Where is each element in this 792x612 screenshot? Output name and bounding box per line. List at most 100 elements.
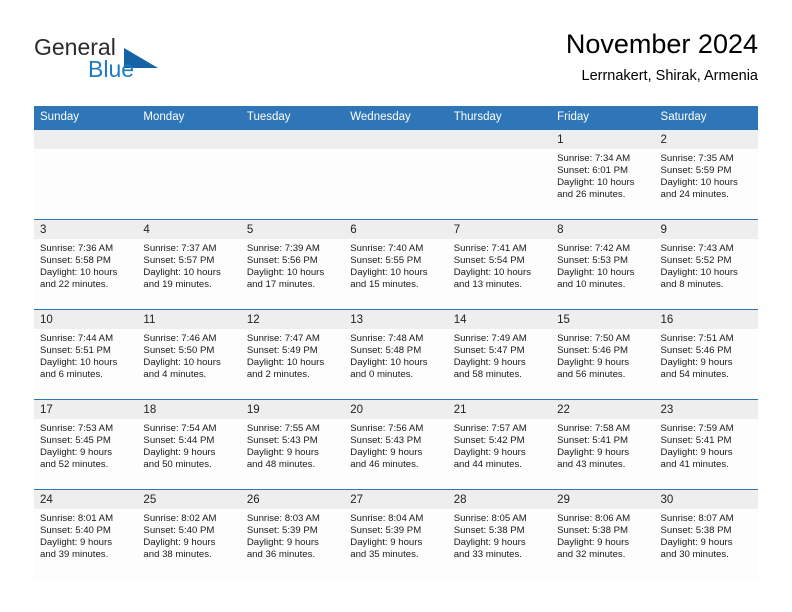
sunrise-text: Sunrise: 8:06 AM <box>557 513 631 524</box>
day-cell[interactable]: 8 Sunrise: 7:42 AM Sunset: 5:53 PM Daylight… <box>551 219 655 309</box>
sunrise-text: Sunrise: 7:40 AM <box>350 243 424 254</box>
day-cell[interactable]: 5 Sunrise: 7:39 AM Sunset: 5:56 PM Daylight… <box>240 219 345 309</box>
calendar-week-row: 24 Sunrise: 8:01 AM Sunset: 5:40 PM Dayligh… <box>34 489 758 579</box>
daylight-text-line1: Daylight: 9 hours <box>143 537 216 549</box>
weekday-wednesday: Wednesday <box>350 111 411 123</box>
sunset-text: Sunset: 5:43 PM <box>350 435 422 447</box>
daylight-text-line1: Daylight: 10 hours <box>40 357 118 369</box>
sunrise-text: Sunrise: 7:59 AM <box>660 423 734 434</box>
weekday-header-row: Sunday Monday Tuesday Wednesday Thursday… <box>34 106 758 129</box>
sunset-text: Sunset: 5:38 PM <box>453 525 525 537</box>
day-cell[interactable]: 19 Sunrise: 7:55 AM Sunset: 5:43 PM Dayligh… <box>240 399 345 489</box>
day-cell[interactable]: 17 Sunrise: 7:53 AM Sunset: 5:45 PM Dayligh… <box>34 399 138 489</box>
day-cell[interactable]: 18 Sunrise: 7:54 AM Sunset: 5:44 PM Dayligh… <box>137 399 241 489</box>
day-cell[interactable]: 16 Sunrise: 7:51 AM Sunset: 5:46 PM Dayligh… <box>654 309 758 399</box>
day-cell[interactable]: 26 Sunrise: 8:03 AM Sunset: 5:39 PM Dayligh… <box>240 489 345 579</box>
day-number: 1 <box>551 130 655 149</box>
daylight-text-line2: and 24 minutes. <box>660 189 729 201</box>
daylight-text-line2: and 8 minutes. <box>660 279 724 291</box>
day-cell[interactable]: 4 Sunrise: 7:37 AM Sunset: 5:57 PM Daylight… <box>137 219 241 309</box>
day-cell[interactable]: 14 Sunrise: 7:49 AM Sunset: 5:47 PM Dayligh… <box>447 309 552 399</box>
day-cell[interactable]: 20 Sunrise: 7:56 AM Sunset: 5:43 PM Dayligh… <box>344 399 448 489</box>
day-number <box>34 130 138 149</box>
general-blue-logo[interactable]: General Blue <box>34 34 244 90</box>
day-sun-info: Sunrise: 7:56 AM Sunset: 5:43 PM Daylight:… <box>344 419 447 471</box>
day-cell[interactable]: 11 Sunrise: 7:46 AM Sunset: 5:50 PM Dayligh… <box>137 309 241 399</box>
sunset-text: Sunset: 5:38 PM <box>660 525 732 537</box>
day-cell[interactable]: 9 Sunrise: 7:43 AM Sunset: 5:52 PM Daylight… <box>654 219 758 309</box>
day-number: 20 <box>344 400 448 419</box>
day-cell[interactable]: 30 Sunrise: 8:07 AM Sunset: 5:38 PM Dayligh… <box>654 489 758 579</box>
daylight-text-line1: Daylight: 10 hours <box>246 267 325 279</box>
day-cell[interactable]: 3 Sunrise: 7:36 AM Sunset: 5:58 PM Daylight… <box>34 219 138 309</box>
calendar-week-row: 17 Sunrise: 7:53 AM Sunset: 5:45 PM Dayligh… <box>34 399 758 489</box>
sunset-text: Sunset: 5:39 PM <box>350 525 422 537</box>
day-cell[interactable]: 6 Sunrise: 7:40 AM Sunset: 5:55 PM Daylight… <box>344 219 448 309</box>
calendar-week-row: 3 Sunrise: 7:36 AM Sunset: 5:58 PM Daylight… <box>34 219 758 309</box>
day-cell[interactable]: 1 Sunrise: 7:34 AM Sunset: 6:01 PM Daylight… <box>551 129 655 219</box>
day-sun-info: Sunrise: 8:03 AM Sunset: 5:39 PM Daylight:… <box>241 509 344 561</box>
day-sun-info: Sunrise: 7:47 AM Sunset: 5:49 PM Daylight:… <box>241 329 344 381</box>
day-sun-info: Sunrise: 7:59 AM Sunset: 5:41 PM Daylight:… <box>655 419 758 471</box>
day-cell-empty <box>240 129 345 219</box>
day-cell-empty <box>344 129 448 219</box>
day-cell[interactable]: 13 Sunrise: 7:48 AM Sunset: 5:48 PM Dayligh… <box>344 309 448 399</box>
sunrise-text: Sunrise: 7:34 AM <box>557 153 631 164</box>
daylight-text-line1: Daylight: 9 hours <box>453 357 526 369</box>
daylight-text-line1: Daylight: 10 hours <box>143 267 221 279</box>
daylight-text-line2: and 4 minutes. <box>143 369 207 381</box>
daylight-text-line1: Daylight: 10 hours <box>350 357 428 369</box>
sunset-text: Sunset: 5:50 PM <box>143 345 215 357</box>
day-sun-info: Sunrise: 7:49 AM Sunset: 5:47 PM Daylight:… <box>448 329 551 381</box>
daylight-text-line1: Daylight: 9 hours <box>557 537 630 549</box>
day-number: 10 <box>34 310 138 329</box>
sunrise-text: Sunrise: 7:36 AM <box>40 243 114 254</box>
daylight-text-line1: Daylight: 10 hours <box>660 177 738 189</box>
day-number: 19 <box>240 400 345 419</box>
sunrise-text: Sunrise: 8:07 AM <box>660 513 734 524</box>
day-cell[interactable]: 12 Sunrise: 7:47 AM Sunset: 5:49 PM Dayligh… <box>240 309 345 399</box>
calendar-page: General Blue November 2024 Lerrnakert, S… <box>0 0 792 612</box>
daylight-text-line1: Daylight: 9 hours <box>660 537 733 549</box>
day-cell[interactable]: 25 Sunrise: 8:02 AM Sunset: 5:40 PM Dayligh… <box>137 489 241 579</box>
day-number: 27 <box>344 490 448 509</box>
day-cell[interactable]: 29 Sunrise: 8:06 AM Sunset: 5:38 PM Dayligh… <box>551 489 655 579</box>
sunset-text: Sunset: 5:56 PM <box>246 255 318 267</box>
day-cell[interactable]: 10 Sunrise: 7:44 AM Sunset: 5:51 PM Dayligh… <box>34 309 138 399</box>
day-cell[interactable]: 24 Sunrise: 8:01 AM Sunset: 5:40 PM Dayligh… <box>34 489 138 579</box>
sunrise-text: Sunrise: 8:02 AM <box>143 513 217 524</box>
daylight-text-line1: Daylight: 9 hours <box>246 447 319 459</box>
day-cell[interactable]: 27 Sunrise: 8:04 AM Sunset: 5:39 PM Dayligh… <box>344 489 448 579</box>
calendar-grid: Sunday Monday Tuesday Wednesday Thursday… <box>34 106 758 579</box>
day-cell[interactable]: 23 Sunrise: 7:59 AM Sunset: 5:41 PM Dayligh… <box>654 399 758 489</box>
sunrise-text: Sunrise: 7:49 AM <box>453 333 527 344</box>
sunset-text: Sunset: 5:59 PM <box>660 165 732 177</box>
daylight-text-line1: Daylight: 9 hours <box>557 447 630 459</box>
day-cell[interactable]: 28 Sunrise: 8:05 AM Sunset: 5:38 PM Dayligh… <box>447 489 552 579</box>
day-cell[interactable]: 21 Sunrise: 7:57 AM Sunset: 5:42 PM Dayligh… <box>447 399 552 489</box>
daylight-text-line1: Daylight: 10 hours <box>557 177 635 189</box>
day-cell[interactable]: 15 Sunrise: 7:50 AM Sunset: 5:46 PM Dayligh… <box>551 309 655 399</box>
day-sun-info: Sunrise: 7:44 AM Sunset: 5:51 PM Daylight:… <box>34 329 137 381</box>
weekday-friday: Friday <box>557 111 590 123</box>
day-number <box>240 130 345 149</box>
day-number: 9 <box>654 220 758 239</box>
day-sun-info: Sunrise: 8:04 AM Sunset: 5:39 PM Daylight:… <box>344 509 447 561</box>
daylight-text-line2: and 54 minutes. <box>660 369 729 381</box>
sunset-text: Sunset: 5:40 PM <box>40 525 111 537</box>
day-cell[interactable]: 2 Sunrise: 7:35 AM Sunset: 5:59 PM Daylight… <box>654 129 758 219</box>
daylight-text-line2: and 6 minutes. <box>40 369 103 381</box>
daylight-text-line2: and 10 minutes. <box>557 279 626 291</box>
sunrise-text: Sunrise: 7:35 AM <box>660 153 734 164</box>
day-cell[interactable]: 7 Sunrise: 7:41 AM Sunset: 5:54 PM Daylight… <box>447 219 552 309</box>
sunrise-text: Sunrise: 7:58 AM <box>557 423 631 434</box>
sunrise-text: Sunrise: 7:48 AM <box>350 333 424 344</box>
sunset-text: Sunset: 5:46 PM <box>557 345 629 357</box>
daylight-text-line1: Daylight: 9 hours <box>660 357 733 369</box>
daylight-text-line2: and 35 minutes. <box>350 549 419 561</box>
daylight-text-line2: and 39 minutes. <box>40 549 109 561</box>
day-number <box>137 130 241 149</box>
daylight-text-line1: Daylight: 9 hours <box>350 447 423 459</box>
day-cell[interactable]: 22 Sunrise: 7:58 AM Sunset: 5:41 PM Dayligh… <box>551 399 655 489</box>
sunset-text: Sunset: 5:57 PM <box>143 255 215 267</box>
